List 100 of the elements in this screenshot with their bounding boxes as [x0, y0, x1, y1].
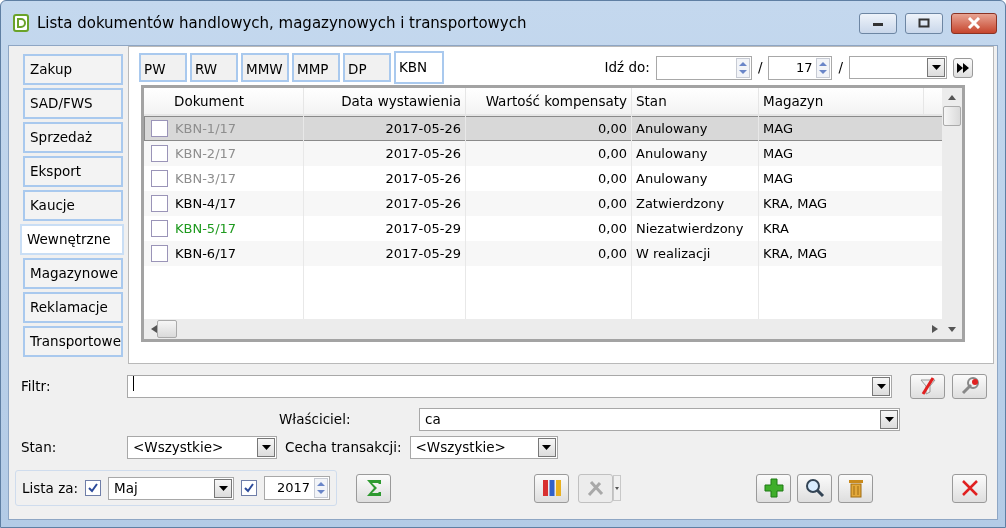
row-checkbox[interactable] — [151, 145, 168, 162]
table-cell-text: 2017-05-26 — [385, 119, 461, 138]
table-row[interactable]: KBN-1/17 2017-05-26 0,00 Anulowany MAG — [144, 116, 945, 141]
side-tab[interactable]: Wewnętrzne — [20, 224, 124, 255]
document-tab[interactable]: MMP — [292, 53, 340, 82]
sum-button[interactable] — [356, 473, 392, 503]
vertical-scrollbar[interactable] — [942, 88, 962, 339]
plus-icon — [763, 478, 784, 498]
table-cell-text: KBN-5/17 — [175, 219, 237, 238]
scroll-thumb[interactable] — [943, 106, 961, 126]
table-cell-text: 2017-05-26 — [385, 169, 461, 188]
side-tab[interactable]: Reklamacje — [23, 292, 123, 323]
close-window-button[interactable] — [952, 473, 988, 503]
filter-field[interactable] — [127, 374, 892, 398]
table-cell-text: 2017-05-26 — [385, 144, 461, 163]
owner-label: Właściciel: — [279, 409, 352, 429]
year-field[interactable]: 2017 — [264, 476, 331, 500]
close-icon — [967, 17, 981, 29]
spin-arrows-icon — [816, 57, 831, 78]
dropdown-caret-icon — [884, 416, 894, 422]
horizontal-scrollbar[interactable] — [144, 319, 945, 339]
table-cell-text: 2017-05-29 — [385, 219, 461, 238]
table-cell-text: Niezatwierdzony — [636, 219, 744, 238]
side-tab[interactable]: Zakup — [23, 54, 123, 85]
table-row[interactable]: KBN-2/17 2017-05-26 0,00 Anulowany MAG — [144, 141, 945, 166]
table-cell-text: KBN-2/17 — [175, 144, 237, 163]
table-cell-text: 2017-05-26 — [385, 194, 461, 213]
year-checkbox[interactable] — [241, 480, 258, 496]
row-checkbox[interactable] — [151, 220, 168, 237]
table-cell-text: Anulowany — [636, 119, 708, 138]
row-checkbox[interactable] — [151, 120, 168, 137]
spin-arrows-icon — [735, 57, 750, 78]
add-button[interactable] — [756, 473, 792, 503]
dropdown-caret-icon — [931, 65, 941, 70]
table-cell-text: Anulowany — [636, 169, 708, 188]
side-tab[interactable]: Sprzedaż — [23, 122, 123, 153]
filter-settings-button[interactable] — [952, 373, 987, 399]
column-header[interactable]: Stan — [632, 88, 759, 114]
state-dropdown[interactable]: <Wszystkie> — [127, 435, 277, 459]
table-cell-text: MAG — [763, 144, 793, 163]
table-cell-text: 0,00 — [598, 144, 627, 163]
column-header[interactable]: Dokument — [144, 88, 304, 114]
scroll-down-icon — [948, 327, 956, 332]
close-button[interactable] — [951, 12, 997, 34]
document-tab[interactable]: RW — [190, 53, 238, 82]
column-header[interactable]: Data wystawienia — [304, 88, 466, 114]
side-tab[interactable]: Eksport — [23, 156, 123, 187]
table-cell-text: KBN-3/17 — [175, 169, 237, 188]
binders-button[interactable] — [534, 473, 570, 503]
document-tab[interactable]: MMW — [241, 53, 289, 82]
dropdown-caret-icon — [218, 485, 228, 491]
goto-button[interactable] — [953, 57, 973, 78]
transaction-trait-dropdown[interactable]: <Wszystkie> — [409, 435, 558, 459]
trash-icon — [846, 478, 865, 498]
side-tab[interactable]: Kaucje — [23, 190, 123, 221]
side-tab[interactable]: Transportowe — [23, 326, 123, 357]
app-logo-icon — [13, 14, 29, 32]
month-checkbox[interactable] — [85, 480, 102, 496]
table-cell-text: 0,00 — [598, 219, 627, 238]
sigma-icon — [364, 478, 383, 498]
table-cell-text: 2017-05-29 — [385, 244, 461, 263]
separator-text: / — [757, 58, 763, 78]
row-checkbox[interactable] — [151, 195, 168, 212]
owner-dropdown[interactable]: ca — [419, 407, 900, 431]
table-cell-text: KRA — [763, 219, 789, 238]
table-row[interactable]: KBN-4/17 2017-05-26 0,00 Zatwierdzony KRA, MAG — [144, 191, 945, 216]
clear-filter-button[interactable] — [910, 373, 945, 399]
row-checkbox[interactable] — [151, 170, 168, 187]
document-tab[interactable]: PW — [139, 53, 187, 82]
table-row[interactable]: KBN-6/17 2017-05-29 0,00 W realizacji KRA, MAG — [144, 241, 945, 266]
goto-number-field[interactable] — [655, 55, 752, 80]
dropdown-caret-icon[interactable] — [613, 475, 622, 501]
binders-icon — [540, 478, 563, 498]
delete-button[interactable] — [838, 473, 874, 503]
goto-year-field[interactable]: 17 — [768, 55, 833, 80]
row-checkbox[interactable] — [151, 245, 168, 262]
scroll-thumb[interactable] — [157, 320, 177, 338]
month-dropdown[interactable]: Maj — [108, 476, 235, 500]
fast-forward-icon — [956, 61, 970, 74]
search-button[interactable] — [797, 473, 833, 503]
document-tab[interactable]: DP — [343, 53, 391, 82]
dropdown-caret-icon — [542, 444, 552, 450]
table-cell-text: 0,00 — [598, 194, 627, 213]
goto-series-dropdown[interactable] — [849, 56, 947, 79]
column-header[interactable]: Magazyn — [759, 88, 924, 114]
period-label: Lista za: — [22, 478, 79, 498]
minimize-button[interactable] — [859, 12, 897, 34]
table-cell-text: Anulowany — [636, 144, 708, 163]
table-cell-text: 0,00 — [598, 119, 627, 138]
side-tab[interactable]: Magazynowe — [23, 258, 123, 289]
side-tab[interactable]: SAD/FWS — [23, 88, 123, 119]
check-icon — [243, 482, 256, 494]
column-header[interactable]: Wartość kompensaty — [466, 88, 632, 114]
window-title: Lista dokumentów handlowych, magazynowych i transportowych — [37, 12, 528, 34]
transaction-trait-label: Cecha transakcji: — [285, 437, 402, 457]
document-tab[interactable]: KBN — [394, 51, 444, 84]
maximize-button[interactable] — [905, 12, 943, 34]
scroll-up-icon — [948, 95, 956, 100]
table-cell-text: KRA, MAG — [763, 244, 828, 263]
table-cell-text: KBN-4/17 — [175, 194, 237, 213]
